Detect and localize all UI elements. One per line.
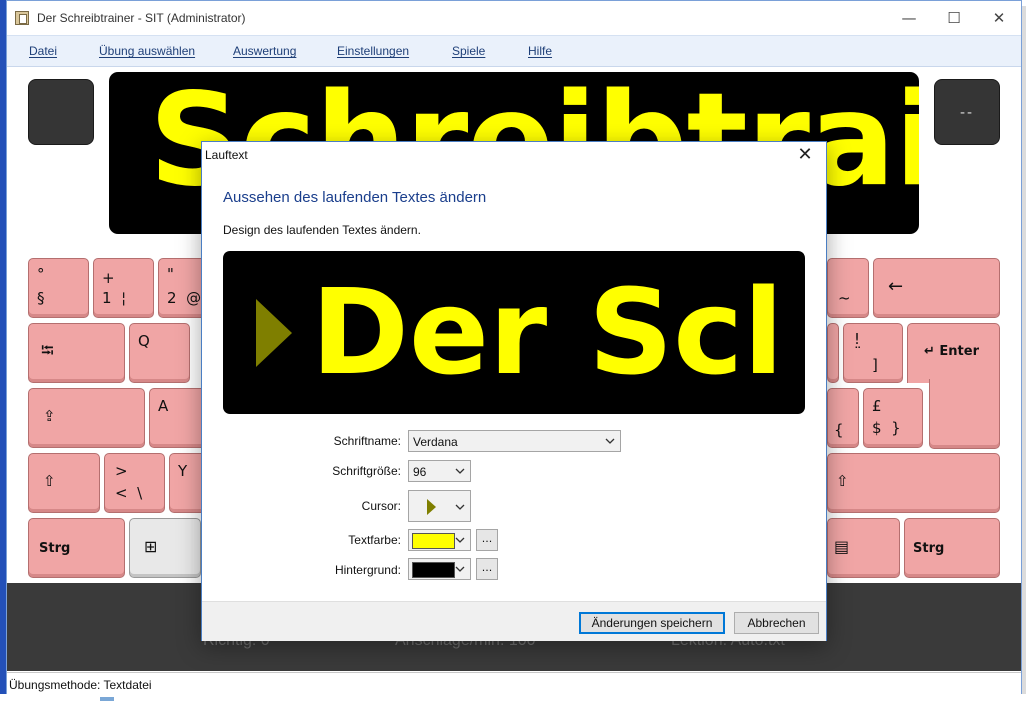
dialog-title: Lauftext: [205, 148, 248, 162]
menu-uebung-auswaehlen[interactable]: Übung auswählen: [99, 44, 195, 58]
right-indicator-text: --: [959, 105, 975, 121]
menu-datei[interactable]: Datei: [29, 44, 57, 58]
left-indicator: [28, 79, 94, 145]
status-text: Übungsmethode: Textdatei: [9, 678, 152, 692]
shift-icon: ⇧: [836, 472, 849, 490]
text-color-select[interactable]: [408, 529, 471, 551]
key-circumflex[interactable]: ° §: [28, 258, 89, 318]
chevron-down-icon: [455, 468, 465, 474]
font-name-select[interactable]: Verdana: [408, 430, 621, 452]
key-ctrl-left[interactable]: Strg: [28, 518, 125, 578]
cursor-select[interactable]: [408, 490, 471, 522]
menu-auswertung[interactable]: Auswertung: [233, 44, 296, 58]
key-shift-left[interactable]: ⇧: [28, 453, 100, 513]
key-shift-right[interactable]: ⇧: [827, 453, 1000, 513]
key-1[interactable]: + 1 ¦: [93, 258, 154, 318]
key-acute[interactable]: ~: [827, 258, 869, 318]
text-color-label: Textfarbe:: [348, 533, 401, 547]
background-color-select[interactable]: [408, 558, 471, 580]
preview-text: Der Scl: [311, 263, 784, 401]
status-bar: Übungsmethode: Textdatei: [7, 672, 1021, 694]
close-button[interactable]: ✕: [977, 5, 1021, 31]
title-bar[interactable]: Der Schreibtrainer - SIT (Administrator)…: [7, 1, 1021, 35]
key-ae[interactable]: {: [827, 388, 859, 448]
key-enter-lower[interactable]: [929, 379, 1000, 449]
font-size-label: Schriftgröße:: [332, 464, 401, 478]
chevron-down-icon: [455, 566, 465, 572]
background-color-swatch: [412, 562, 455, 578]
key-caps-lock[interactable]: ⇪: [28, 388, 145, 448]
cursor-label: Cursor:: [361, 499, 401, 513]
desktop-bottom: [0, 694, 1026, 701]
key-ue-partial[interactable]: [827, 323, 839, 383]
key-q[interactable]: Q: [129, 323, 190, 383]
key-less-than[interactable]: > < \: [104, 453, 165, 513]
font-name-label: Schriftname:: [333, 434, 401, 448]
text-color-more-button[interactable]: ...: [476, 529, 498, 551]
key-pound[interactable]: £ $ }: [863, 388, 923, 448]
key-exclamation[interactable]: ! ¨ ]: [843, 323, 903, 383]
cursor-arrow-icon: [427, 499, 436, 515]
menu-hilfe[interactable]: Hilfe: [528, 44, 552, 58]
dialog-button-bar: Änderungen speichern Abbrechen: [202, 601, 826, 641]
cancel-button[interactable]: Abbrechen: [734, 612, 819, 634]
preview-display: Der Scl: [223, 251, 805, 414]
menu-spiele[interactable]: Spiele: [452, 44, 485, 58]
dialog-close-icon[interactable]: ✕: [790, 143, 820, 167]
app-icon: [15, 11, 29, 25]
chevron-down-icon: [605, 438, 615, 444]
windows-logo-icon: ⊞: [144, 537, 158, 556]
cursor-arrow-icon: [256, 299, 292, 367]
lauftext-dialog: Lauftext ✕ Aussehen des laufenden Textes…: [201, 141, 827, 641]
desktop-taskbar-item: [100, 697, 114, 701]
key-ctrl-right[interactable]: Strg: [904, 518, 1000, 578]
maximize-button[interactable]: ☐: [932, 5, 976, 31]
key-a[interactable]: A: [149, 388, 207, 448]
key-backspace[interactable]: ←: [873, 258, 1000, 318]
text-color-swatch: [412, 533, 455, 549]
font-size-select[interactable]: 96: [408, 460, 471, 482]
chevron-down-icon: [455, 504, 465, 510]
save-changes-button[interactable]: Änderungen speichern: [579, 612, 725, 634]
context-menu-icon: ▤: [834, 537, 850, 556]
caps-lock-icon: ⇪: [43, 407, 56, 425]
background-label: Hintergrund:: [334, 563, 401, 577]
dialog-heading: Aussehen des laufenden Textes ändern: [223, 189, 487, 206]
dialog-description: Design des laufenden Textes ändern.: [223, 223, 421, 237]
right-indicator: --: [934, 79, 1000, 145]
chevron-down-icon: [455, 537, 465, 543]
background-color-more-button[interactable]: ...: [476, 558, 498, 580]
backspace-icon: ←: [888, 276, 904, 297]
shift-icon: ⇧: [43, 472, 56, 490]
window-title: Der Schreibtrainer - SIT (Administrator): [37, 11, 246, 25]
minimize-button[interactable]: —: [887, 5, 931, 31]
key-enter[interactable]: ↵ Enter: [907, 323, 1000, 383]
tab-icon: ⭾: [41, 341, 54, 361]
menu-bar: Datei Übung auswählen Auswertung Einstel…: [7, 35, 1021, 67]
key-tab[interactable]: ⭾: [28, 323, 125, 383]
key-context-menu[interactable]: ▤: [827, 518, 900, 578]
key-windows[interactable]: ⊞: [129, 518, 201, 578]
menu-einstellungen[interactable]: Einstellungen: [337, 44, 409, 58]
